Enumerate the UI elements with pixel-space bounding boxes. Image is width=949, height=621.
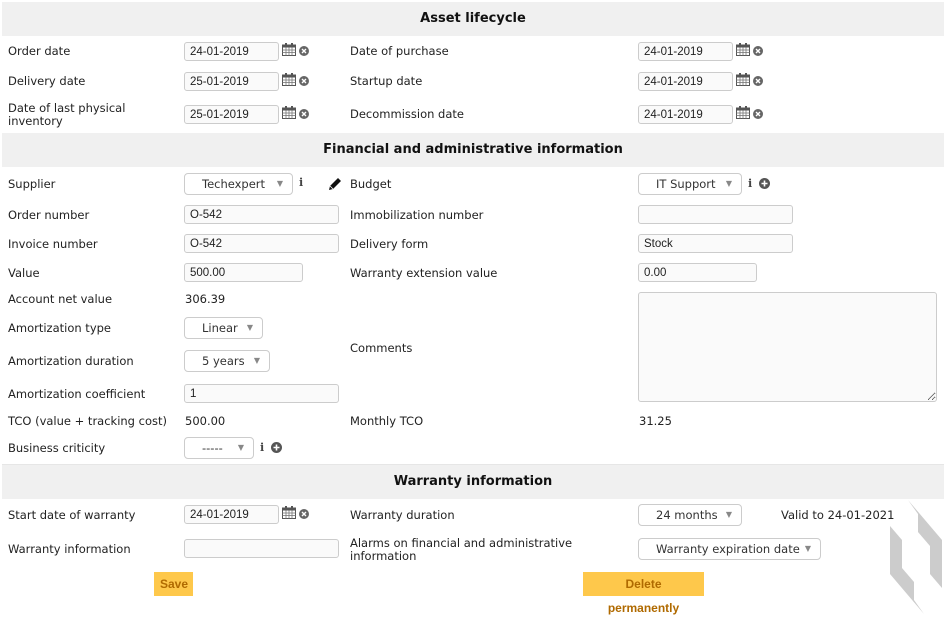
order-number-input[interactable] <box>184 205 339 224</box>
account-net-value-label: Account net value <box>8 292 113 306</box>
comments-textarea[interactable] <box>638 292 937 402</box>
delivery-date-label: Delivery date <box>8 74 86 88</box>
calendar-icon[interactable] <box>282 73 296 86</box>
order-date-label: Order date <box>8 44 71 58</box>
budget-label: Budget <box>350 177 392 191</box>
immobilization-number-label: Immobilization number <box>350 208 484 222</box>
invoice-number-input[interactable] <box>184 234 339 253</box>
delivery-form-label: Delivery form <box>350 237 429 251</box>
decommission-date-input[interactable] <box>638 105 733 124</box>
budget-select[interactable]: IT Support ▼ <box>638 173 742 195</box>
supplier-select-value: Techexpert <box>202 177 266 191</box>
info-icon[interactable]: i <box>748 177 752 190</box>
warranty-valid-to: Valid to 24-01-2021 <box>781 508 895 522</box>
amortization-duration-select[interactable]: 5 years ▼ <box>184 350 270 372</box>
alarms-select[interactable]: Warranty expiration date ▼ <box>638 538 821 560</box>
warranty-start-date-label: Start date of warranty <box>8 508 136 522</box>
business-criticity-select[interactable]: ----- ▼ <box>184 437 254 459</box>
immobilization-number-input[interactable] <box>638 205 793 224</box>
calendar-icon[interactable] <box>736 106 750 119</box>
calendar-icon[interactable] <box>282 506 296 519</box>
business-criticity-label: Business criticity <box>8 441 106 455</box>
save-button[interactable]: Save <box>154 572 193 596</box>
last-inventory-date-label: Date of last physical inventory <box>8 101 126 128</box>
amortization-type-value: Linear <box>202 321 238 335</box>
section-header-asset-lifecycle: Asset lifecycle <box>2 2 944 36</box>
decommission-date-label: Decommission date <box>350 107 464 121</box>
purchase-date-input[interactable] <box>638 42 733 61</box>
warranty-extension-value-input[interactable] <box>638 263 757 282</box>
amortization-type-select[interactable]: Linear ▼ <box>184 317 263 339</box>
last-inventory-date-input[interactable] <box>184 105 279 124</box>
startup-date-label: Startup date <box>350 74 423 88</box>
warranty-duration-label: Warranty duration <box>350 508 455 522</box>
warranty-extension-value-label: Warranty extension value <box>350 266 498 280</box>
chevron-down-icon: ▼ <box>237 443 244 452</box>
delivery-date-input[interactable] <box>184 72 279 91</box>
chevron-down-icon: ▼ <box>276 179 283 188</box>
amortization-coefficient-label: Amortization coefficient <box>8 387 146 401</box>
clear-date-icon[interactable] <box>299 46 309 56</box>
clear-date-icon[interactable] <box>299 76 309 86</box>
amortization-coefficient-input[interactable] <box>184 384 339 403</box>
startup-date-input[interactable] <box>638 72 733 91</box>
clear-date-icon[interactable] <box>299 109 309 119</box>
order-date-input[interactable] <box>184 42 279 61</box>
clear-date-icon[interactable] <box>753 76 763 86</box>
warranty-information-label: Warranty information <box>8 542 131 556</box>
info-icon[interactable]: i <box>299 176 303 189</box>
calendar-icon[interactable] <box>282 43 296 56</box>
chevron-down-icon: ▼ <box>804 544 811 553</box>
add-circle-icon[interactable] <box>759 178 770 189</box>
info-icon[interactable]: i <box>260 441 264 454</box>
delivery-form-input[interactable] <box>638 234 793 253</box>
brand-logo-icon <box>890 500 942 614</box>
tco-label: TCO (value + tracking cost) <box>8 414 167 428</box>
warranty-duration-value: 24 months <box>656 508 718 522</box>
alarms-label: Alarms on financial and administrative i… <box>350 536 573 563</box>
chevron-down-icon: ▼ <box>725 179 732 188</box>
chevron-down-icon: ▼ <box>725 510 732 519</box>
warranty-start-date-input[interactable] <box>184 505 279 524</box>
order-number-label: Order number <box>8 208 90 222</box>
purchase-date-label: Date of purchase <box>350 44 449 58</box>
warranty-duration-select[interactable]: 24 months ▼ <box>638 504 742 526</box>
value-input[interactable] <box>184 263 303 282</box>
tco-value: 500.00 <box>185 414 226 428</box>
chevron-down-icon: ▼ <box>253 356 260 365</box>
account-net-value: 306.39 <box>185 292 226 306</box>
supplier-label: Supplier <box>8 177 56 191</box>
amortization-duration-value: 5 years <box>202 354 245 368</box>
monthly-tco-value: 31.25 <box>639 414 672 428</box>
add-circle-icon[interactable] <box>271 442 282 453</box>
clear-date-icon[interactable] <box>753 109 763 119</box>
delete-permanently-button[interactable]: Delete permanently <box>583 572 704 615</box>
value-label: Value <box>8 266 40 280</box>
invoice-number-label: Invoice number <box>8 237 98 251</box>
business-criticity-value: ----- <box>202 441 223 455</box>
budget-select-value: IT Support <box>656 177 716 191</box>
monthly-tco-label: Monthly TCO <box>350 414 424 428</box>
warranty-information-input[interactable] <box>184 539 339 558</box>
calendar-icon[interactable] <box>736 43 750 56</box>
clear-date-icon[interactable] <box>299 509 309 519</box>
clear-date-icon[interactable] <box>753 46 763 56</box>
comments-label: Comments <box>350 341 413 355</box>
supplier-select[interactable]: Techexpert ▼ <box>184 173 293 195</box>
section-header-financial: Financial and administrative information <box>2 133 944 167</box>
alarms-select-value: Warranty expiration date <box>656 542 800 556</box>
amortization-duration-label: Amortization duration <box>8 354 134 368</box>
calendar-icon[interactable] <box>736 73 750 86</box>
pencil-icon[interactable] <box>328 177 342 191</box>
section-header-warranty: Warranty information <box>2 465 944 499</box>
chevron-down-icon: ▼ <box>246 323 253 332</box>
amortization-type-label: Amortization type <box>8 321 111 335</box>
calendar-icon[interactable] <box>282 106 296 119</box>
